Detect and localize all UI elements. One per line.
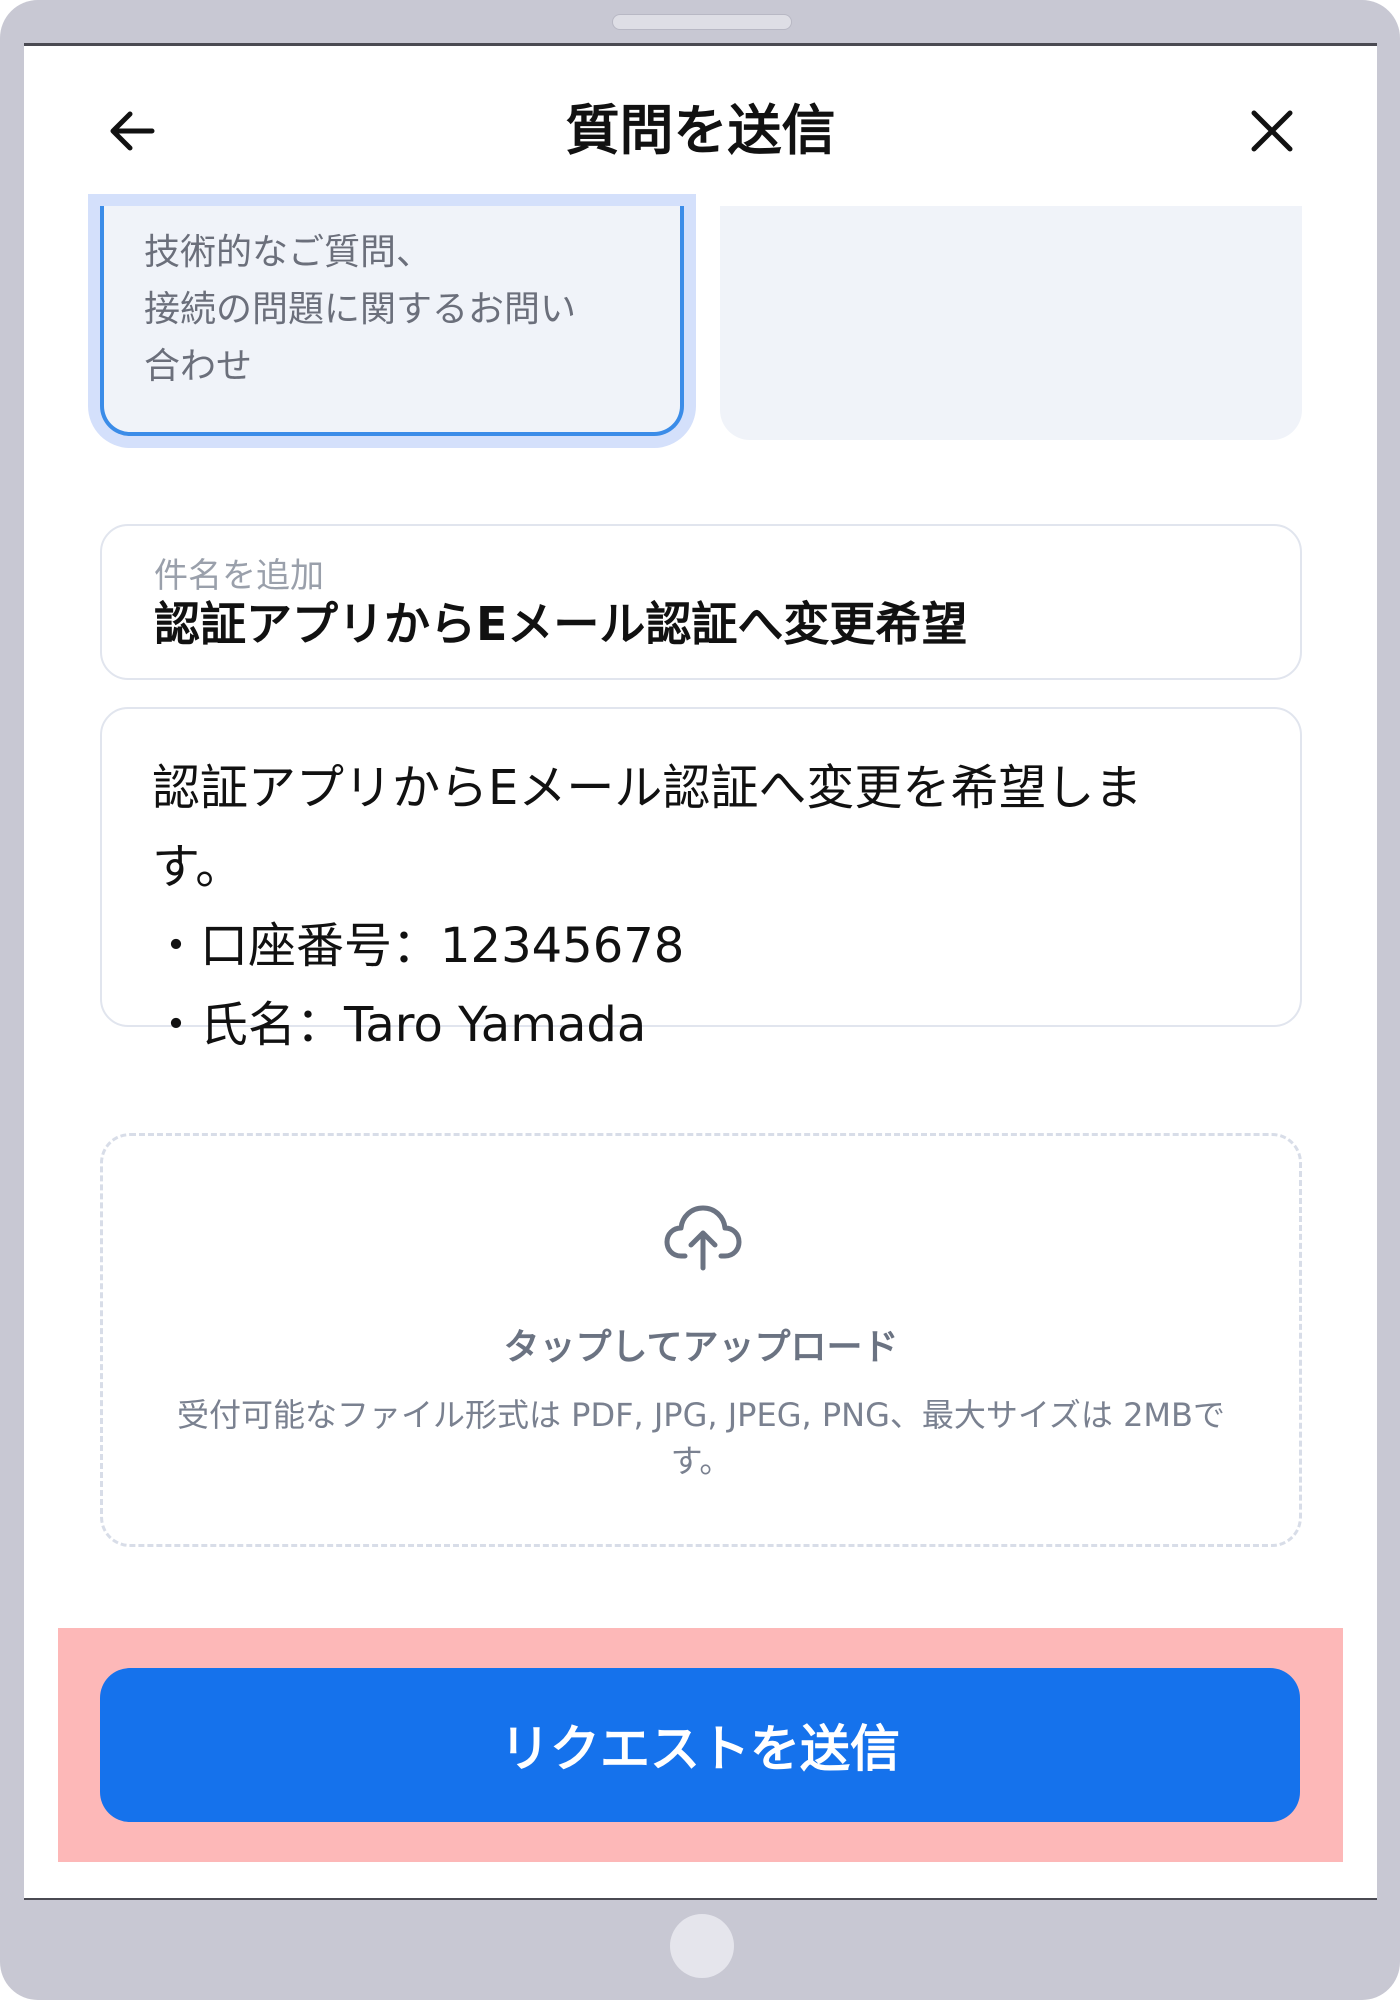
message-textarea[interactable]: 認証アプリからEメール認証へ変更を希望しま す。 ・口座番号：12345678 … [100,707,1302,1053]
category-card-technical[interactable]: 技術的なご質問、 接続の問題に関するお問い 合わせ [100,206,684,436]
tablet-frame: 質問を送信 技術的なご質問、 接続の問題に関するお問い 合わせ 件名を追加 認証… [0,0,1400,2000]
subject-value: 認証アプリからEメール認証へ変更希望 [154,597,968,651]
close-icon [1251,110,1293,152]
upload-note: 受付可能なファイル形式は PDF, JPG, JPEG, PNG、最大サイズは … [177,1396,1225,1480]
screen: 質問を送信 技術的なご質問、 接続の問題に関するお問い 合わせ 件名を追加 認証… [24,43,1377,1900]
page-title: 質問を送信 [565,99,836,162]
cloud-upload-icon [664,1205,742,1271]
device-home-button [670,1914,734,1978]
message-line: す。 [152,839,244,895]
message-line: ・氏名：Taro Yamada [152,997,647,1053]
device-speaker [612,14,792,30]
message-line: 認証アプリからEメール認証へ変更を希望しま [152,760,1143,816]
upload-label: タップしてアップロード [503,1327,899,1368]
close-button[interactable] [1232,91,1312,171]
category-description: 技術的なご質問、 接続の問題に関するお問い 合わせ [144,232,577,387]
submit-request-button[interactable]: リクエストを送信 [100,1668,1300,1822]
subject-input[interactable]: 件名を追加 認証アプリからEメール認証へ変更希望 [100,524,1302,680]
file-upload-dropzone[interactable]: タップしてアップロード 受付可能なファイル形式は PDF, JPG, JPEG,… [100,1133,1302,1547]
header: 質問を送信 [24,46,1377,211]
message-line: ・口座番号：12345678 [152,918,685,974]
message-text: 認証アプリからEメール認証へ変更を希望しま す。 ・口座番号：12345678 … [152,749,1262,1065]
category-card-other[interactable] [720,206,1302,440]
